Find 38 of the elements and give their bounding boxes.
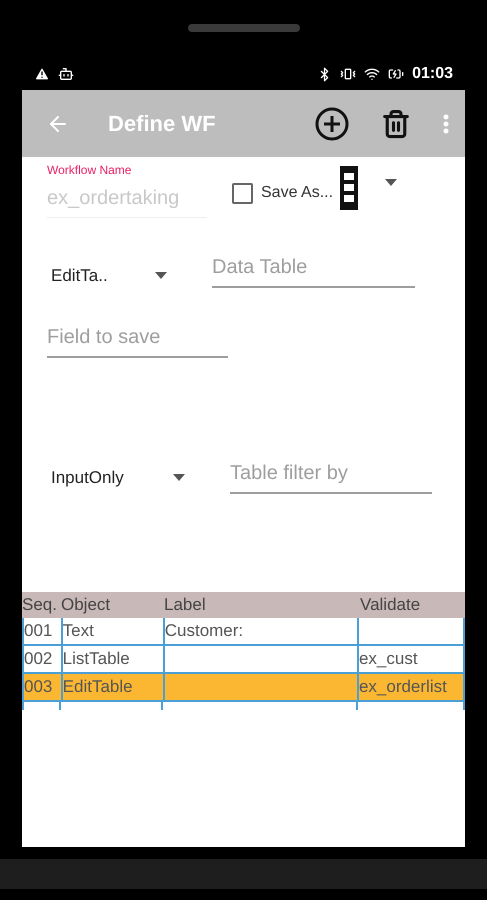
table-cell: Customer: [164, 618, 359, 644]
table-cell: ListTable [62, 646, 165, 672]
more-icon [443, 114, 449, 134]
column-header: Seq. [22, 594, 58, 616]
table-row[interactable]: 003 EditTable ex_orderlist [22, 674, 465, 702]
add-button[interactable] [315, 106, 349, 140]
dropdown-caret-icon [155, 272, 167, 279]
column-header: Validate [360, 594, 422, 616]
field-to-save-field[interactable]: Field to save [47, 322, 228, 358]
trash-icon [381, 108, 411, 138]
column-header: Label [164, 594, 207, 616]
dropdown-caret-icon [385, 179, 398, 186]
table-cell: 002 [24, 646, 63, 672]
delete-button[interactable] [381, 108, 411, 138]
input-mode-dropdown[interactable]: InputOnly [51, 464, 187, 490]
clock-time: 01:03 [412, 64, 453, 84]
table-cell-text: ex_cust [358, 648, 419, 670]
table-cell-text: ex_orderlist [358, 676, 448, 698]
object-type-dropdown[interactable]: EditTa.. [51, 262, 169, 288]
field-label: Workflow Name [47, 162, 132, 179]
wifi-icon [364, 66, 380, 82]
app-bar-title: Define WF [108, 110, 216, 138]
table-filter-field[interactable]: Table filter by [230, 458, 432, 494]
save-as-checkbox[interactable]: Save As... [232, 181, 334, 205]
add-circle-icon [315, 106, 349, 140]
dropdown-caret-icon [173, 474, 185, 481]
table-row[interactable]: 001 Text Customer: [22, 618, 465, 646]
table-row[interactable]: 002 ListTable ex_cust [22, 646, 465, 674]
robot-icon [58, 66, 74, 82]
table-cell: 001 [24, 618, 63, 644]
film-strip-icon [339, 165, 360, 211]
column-header: Object [61, 594, 112, 616]
table-cell: EditTable [62, 674, 165, 700]
warning-icon [34, 66, 50, 82]
table-cell: 003 [24, 674, 63, 700]
data-table-field[interactable]: Data Table [212, 252, 415, 288]
vibrate-icon [340, 66, 356, 82]
table-cell: Text [62, 618, 165, 644]
